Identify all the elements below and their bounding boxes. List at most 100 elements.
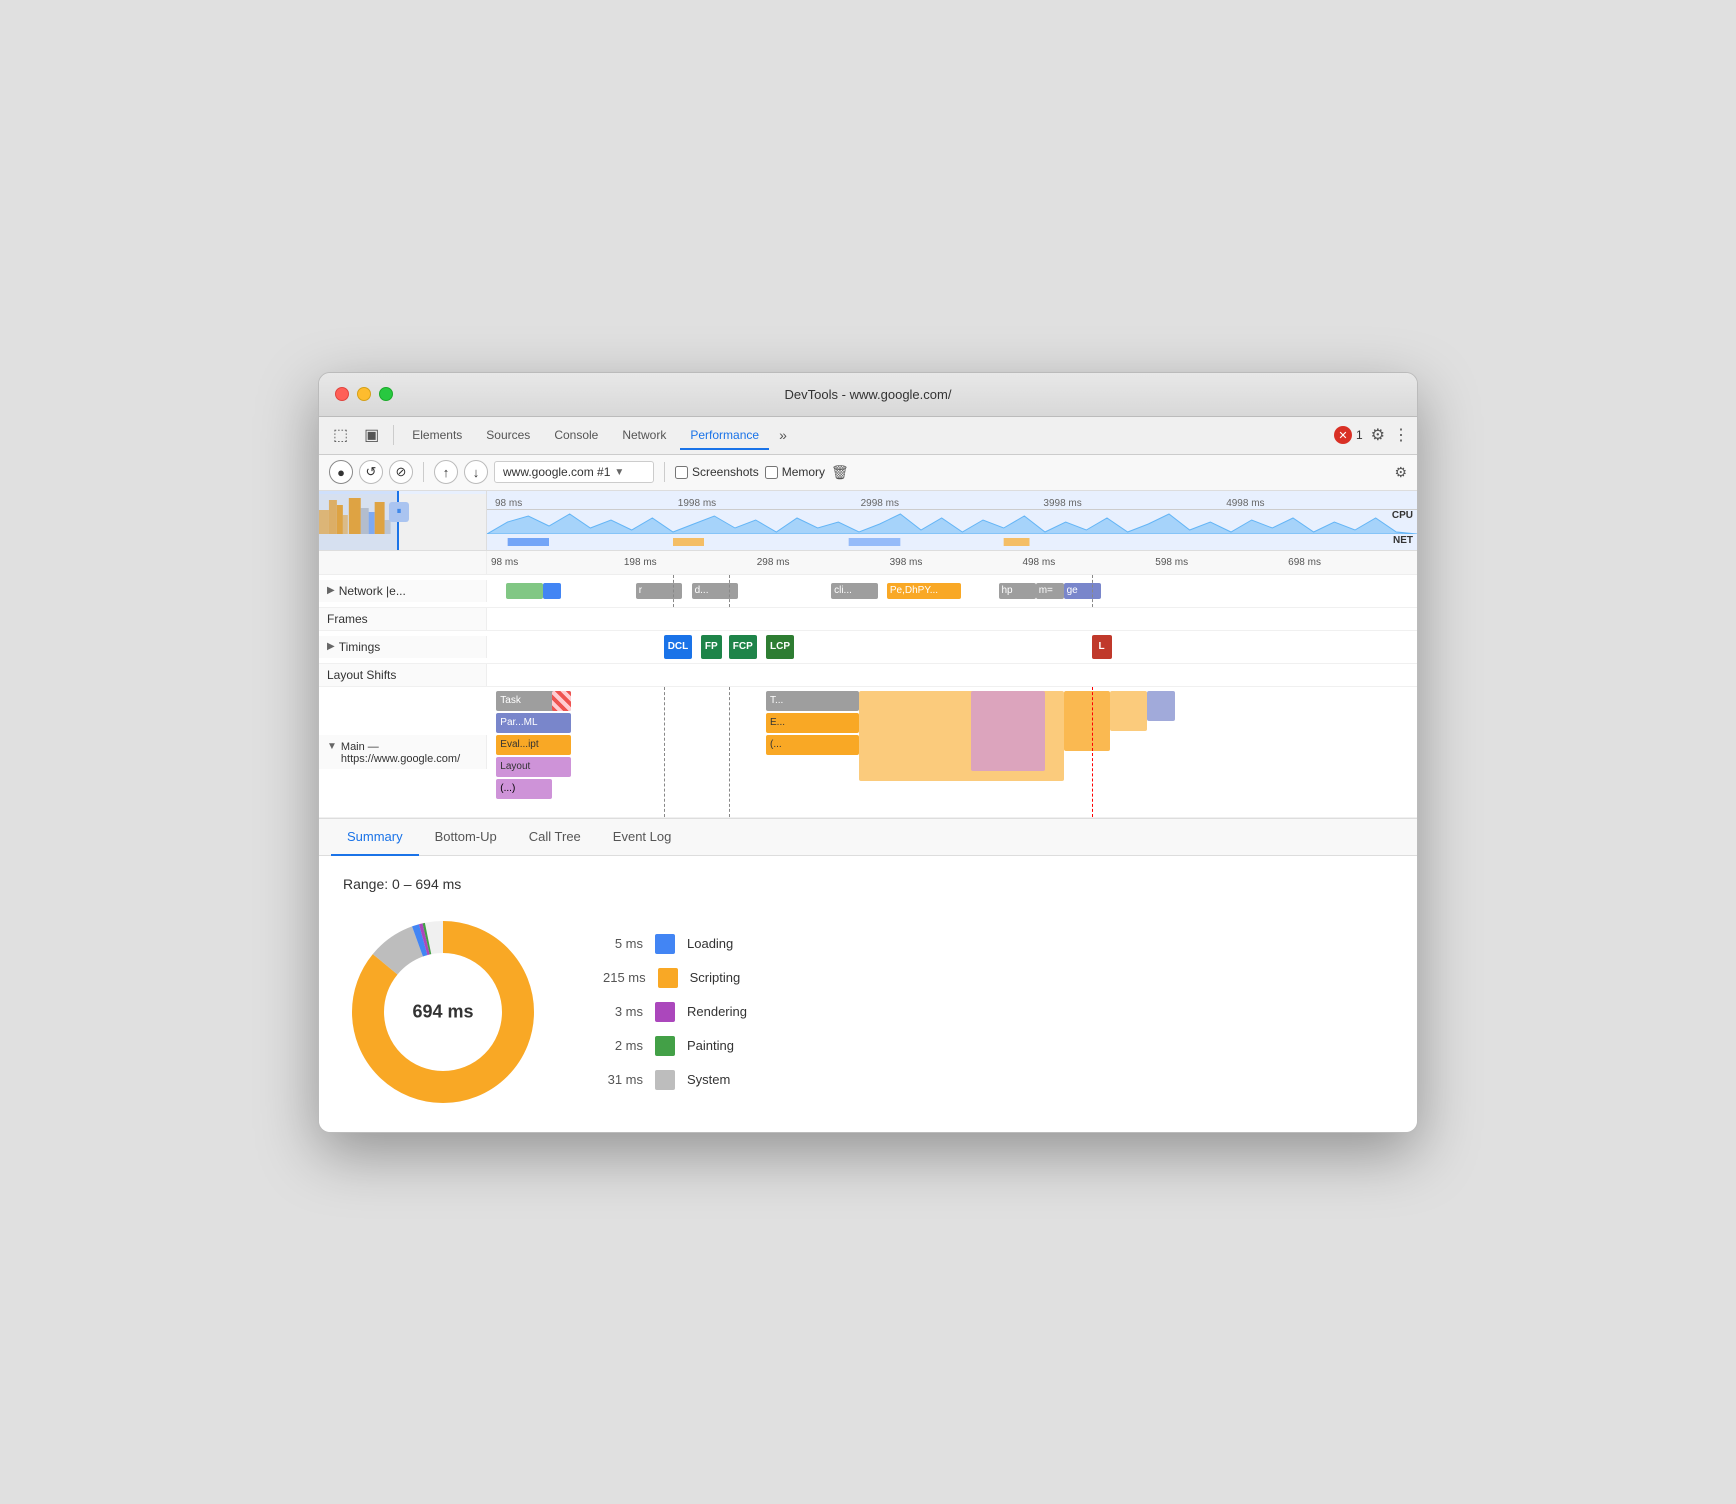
timings-track-row: ▶ Timings DCL FP FCP LCP L xyxy=(319,631,1417,664)
url-dropdown-icon[interactable]: ▼ xyxy=(614,467,624,478)
net-bar-hp[interactable]: hp xyxy=(999,583,1036,599)
tab-right-controls: ✕ 1 ⚙ ⋮ xyxy=(1334,425,1409,445)
bottom-tab-bar: Summary Bottom-Up Call Tree Event Log xyxy=(319,819,1417,856)
reload-record-button[interactable]: ↺ xyxy=(359,460,383,484)
system-label: System xyxy=(687,1072,730,1087)
scripting-swatch xyxy=(658,968,678,988)
layout-shifts-label: Layout Shifts xyxy=(319,664,487,686)
donut-chart: 694 ms xyxy=(343,912,543,1112)
memory-checkbox[interactable] xyxy=(765,466,778,479)
system-ms: 31 ms xyxy=(603,1072,643,1087)
task-e[interactable]: E... xyxy=(766,713,859,733)
device-icon[interactable]: ▣ xyxy=(358,421,385,449)
record-button[interactable]: ● xyxy=(329,460,353,484)
net-bar-pe[interactable]: Pe,DhPY... xyxy=(887,583,961,599)
minimize-button[interactable] xyxy=(357,387,371,401)
settings-icon[interactable]: ⚙ xyxy=(1371,425,1385,445)
tick-398: 398 ms xyxy=(886,557,1019,568)
donut-center-label: 694 ms xyxy=(412,1001,473,1022)
timings-arrow: ▶ xyxy=(327,641,335,652)
fcp-marker: FCP xyxy=(729,635,757,659)
task-layout[interactable]: Layout xyxy=(496,757,570,777)
frames-content xyxy=(487,608,1417,630)
main-arrow: ▼ xyxy=(327,741,337,752)
task-stripe xyxy=(552,691,571,711)
ruler-spacer xyxy=(319,551,487,574)
close-button[interactable] xyxy=(335,387,349,401)
tick-498: 498 ms xyxy=(1018,557,1151,568)
bottom-panel: Summary Bottom-Up Call Tree Event Log Ra… xyxy=(319,819,1417,1132)
main-dashed-1 xyxy=(664,687,665,817)
summary-body: 694 ms 5 ms Loading 215 ms Scripting xyxy=(343,912,1393,1112)
error-count: 1 xyxy=(1356,428,1363,442)
screenshots-label: Screenshots xyxy=(692,465,759,479)
legend-loading: 5 ms Loading xyxy=(603,934,747,954)
legend: 5 ms Loading 215 ms Scripting 3 ms Rende… xyxy=(603,934,747,1090)
task-evalipt[interactable]: Eval...ipt xyxy=(496,735,570,755)
perf-settings-icon[interactable]: ⚙ xyxy=(1394,464,1407,481)
summary-content: Range: 0 – 694 ms xyxy=(319,856,1417,1132)
loading-swatch xyxy=(655,934,675,954)
layout-shifts-content xyxy=(487,664,1417,686)
painting-swatch xyxy=(655,1036,675,1056)
ruler-ticks-main: 98 ms 198 ms 298 ms 398 ms 498 ms 598 ms… xyxy=(487,551,1417,574)
timings-label-text: Timings xyxy=(339,640,381,654)
titlebar: DevTools - www.google.com/ xyxy=(319,373,1417,417)
yellow-block-2 xyxy=(1064,691,1111,751)
maximize-button[interactable] xyxy=(379,387,393,401)
net-bar-r[interactable]: r xyxy=(636,583,683,599)
net-bar-cli[interactable]: cli... xyxy=(831,583,878,599)
download-button[interactable]: ↓ xyxy=(464,460,488,484)
devtools-window: DevTools - www.google.com/ ⬚ ▣ Elements … xyxy=(318,372,1418,1133)
tab-performance[interactable]: Performance xyxy=(680,422,769,450)
network-content: r d... cli... Pe,DhPY... hp m= ge xyxy=(487,575,1417,607)
net-bar-m[interactable]: m= xyxy=(1036,583,1064,599)
url-text: www.google.com #1 xyxy=(503,465,610,479)
rendering-swatch xyxy=(655,1002,675,1022)
net-mini-chart xyxy=(487,534,1417,550)
tick-698: 698 ms xyxy=(1284,557,1417,568)
tick-3: 3998 ms xyxy=(1043,498,1226,509)
upload-button[interactable]: ↑ xyxy=(434,460,458,484)
devtools-tab-bar: ⬚ ▣ Elements Sources Console Network Per… xyxy=(319,417,1417,455)
tab-elements[interactable]: Elements xyxy=(402,422,472,450)
net-bar-d[interactable]: d... xyxy=(692,583,739,599)
screenshots-group: Screenshots xyxy=(675,465,759,479)
task-paren[interactable]: (... xyxy=(766,735,859,755)
more-options-icon[interactable]: ⋮ xyxy=(1393,425,1409,445)
legend-scripting: 215 ms Scripting xyxy=(603,968,747,988)
ruler-ticks-top: 98 ms 1998 ms 2998 ms 3998 ms 4998 ms xyxy=(487,491,1417,510)
cursor-icon[interactable]: ⬚ xyxy=(327,421,354,449)
cpu-mini-chart xyxy=(487,510,1417,534)
tab-sources[interactable]: Sources xyxy=(476,422,540,450)
task-t[interactable]: T... xyxy=(766,691,859,711)
loading-label: Loading xyxy=(687,936,733,951)
tab-bottom-up[interactable]: Bottom-Up xyxy=(419,819,513,856)
memory-group: Memory xyxy=(765,465,825,479)
clear-button[interactable]: ⊘ xyxy=(389,460,413,484)
range-text: Range: 0 – 694 ms xyxy=(343,876,1393,892)
tab-event-log[interactable]: Event Log xyxy=(597,819,688,856)
tab-console[interactable]: Console xyxy=(544,422,608,450)
blue-block xyxy=(1147,691,1175,721)
tab-call-tree[interactable]: Call Tree xyxy=(513,819,597,856)
rendering-ms: 3 ms xyxy=(603,1004,643,1019)
window-title: DevTools - www.google.com/ xyxy=(785,387,952,402)
more-tabs-button[interactable]: » xyxy=(773,423,793,447)
tab-network[interactable]: Network xyxy=(612,422,676,450)
dcl-marker: DCL xyxy=(664,635,693,659)
system-swatch xyxy=(655,1070,675,1090)
net-bar-ge[interactable]: ge xyxy=(1064,583,1101,599)
task-sub: (...) xyxy=(496,779,552,799)
frames-label-text: Frames xyxy=(327,612,368,626)
memory-label: Memory xyxy=(782,465,825,479)
net-label: NET xyxy=(1393,535,1413,546)
main-dashed-2 xyxy=(729,687,730,817)
tab-summary[interactable]: Summary xyxy=(331,819,419,856)
fp-marker: FP xyxy=(701,635,722,659)
tick-298: 298 ms xyxy=(753,557,886,568)
screenshots-checkbox[interactable] xyxy=(675,466,688,479)
trash-icon[interactable]: 🗑 xyxy=(831,464,849,481)
task-parml[interactable]: Par...ML xyxy=(496,713,570,733)
minimap-viewport[interactable] xyxy=(319,491,399,550)
